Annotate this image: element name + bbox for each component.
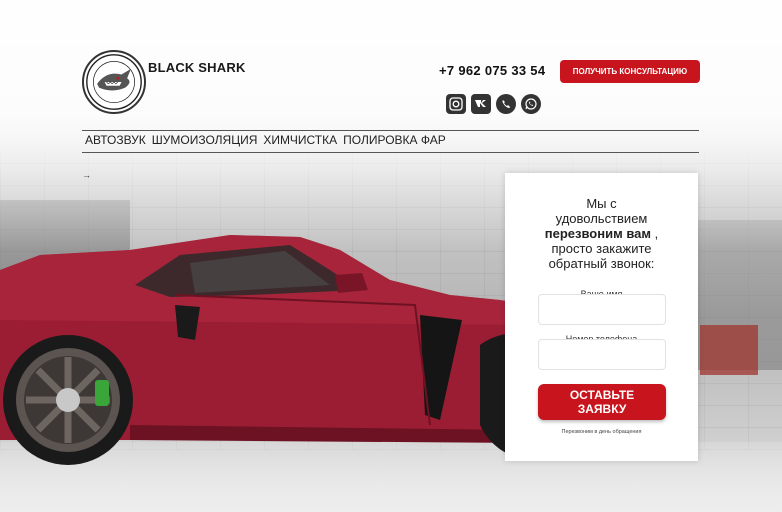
nav-item-autosound[interactable]: АВТОЗВУК — [85, 133, 146, 147]
name-input[interactable] — [538, 294, 666, 325]
whatsapp-icon[interactable] — [521, 94, 541, 114]
viber-icon[interactable] — [496, 94, 516, 114]
callback-note: Перезвоним в день обращения — [561, 429, 642, 435]
nav-item-headlight-polishing[interactable]: ПОЛИРОВКА ФАР — [343, 133, 446, 147]
shark-logo-icon — [86, 54, 142, 110]
main-nav: АВТОЗВУК ШУМОИЗОЛЯЦИЯ ХИМЧИСТКА ПОЛИРОВК… — [85, 133, 446, 147]
instagram-icon[interactable] — [446, 94, 466, 114]
nav-item-dry-cleaning[interactable]: ХИМЧИСТКА — [263, 133, 337, 147]
brand-name: BLACK SHARK — [148, 60, 246, 75]
submit-request-button[interactable]: ОСТАВЬТЕ ЗАЯВКУ — [538, 384, 666, 420]
vk-icon[interactable] — [471, 94, 491, 114]
nav-divider-top — [82, 130, 699, 131]
black-shark-logo[interactable] — [82, 50, 146, 114]
form-heading: Мы с удовольствием перезвоним вам , прос… — [544, 196, 659, 271]
nav-item-soundproofing[interactable]: ШУМОИЗОЛЯЦИЯ — [152, 133, 258, 147]
social-links — [446, 94, 541, 114]
callback-form: Мы с удовольствием перезвоним вам , прос… — [505, 173, 698, 461]
get-consultation-button[interactable]: ПОЛУЧИТЬ КОНСУЛЬТАЦИЮ — [560, 60, 700, 83]
nav-divider-bottom — [82, 152, 699, 153]
phone-input[interactable] — [538, 339, 666, 370]
tool-cabinet — [700, 325, 758, 375]
red-sports-car-image — [0, 235, 530, 465]
arrow-icon: → — [82, 170, 91, 180]
phone-number[interactable]: +7 962 075 33 54 — [439, 63, 545, 78]
